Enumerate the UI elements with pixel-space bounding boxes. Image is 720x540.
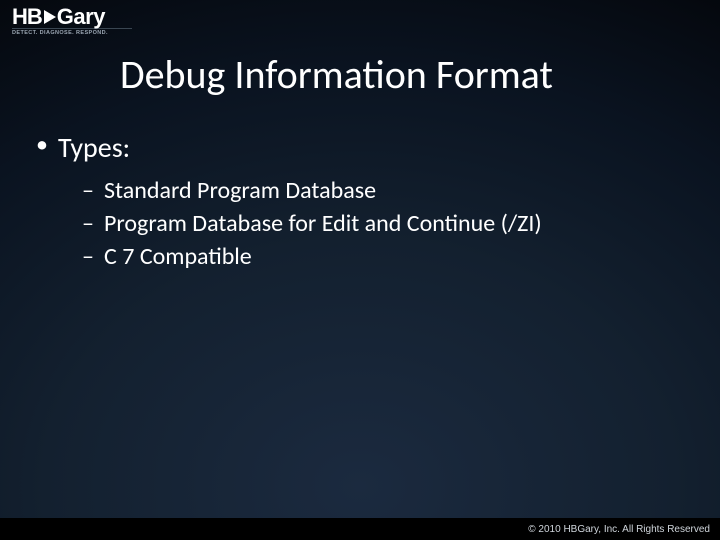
logo-tagline: DETECT. DIAGNOSE. RESPOND. xyxy=(12,28,132,36)
slide-content: Types: Standard Program Database Program… xyxy=(36,130,680,275)
logo-hb-text: HB xyxy=(12,6,42,28)
bullet-pdb-edit-continue: Program Database for Edit and Continue (… xyxy=(36,208,680,239)
logo-triangle-icon xyxy=(44,10,56,24)
footer-copyright: © 2010 HBGary, Inc. All Rights Reserved xyxy=(528,524,710,535)
logo-gary-text: Gary xyxy=(57,6,105,28)
slide-title: Debug Information Format xyxy=(120,50,553,99)
logo: HB Gary DETECT. DIAGNOSE. RESPOND. xyxy=(12,6,132,36)
logo-main: HB Gary xyxy=(12,6,132,28)
bullet-c7-compatible: C 7 Compatible xyxy=(36,241,680,272)
footer: © 2010 HBGary, Inc. All Rights Reserved xyxy=(0,518,720,540)
bullet-standard-pdb: Standard Program Database xyxy=(36,175,680,206)
bullet-types: Types: xyxy=(36,130,680,165)
slide: HB Gary DETECT. DIAGNOSE. RESPOND. Debug… xyxy=(0,0,720,540)
